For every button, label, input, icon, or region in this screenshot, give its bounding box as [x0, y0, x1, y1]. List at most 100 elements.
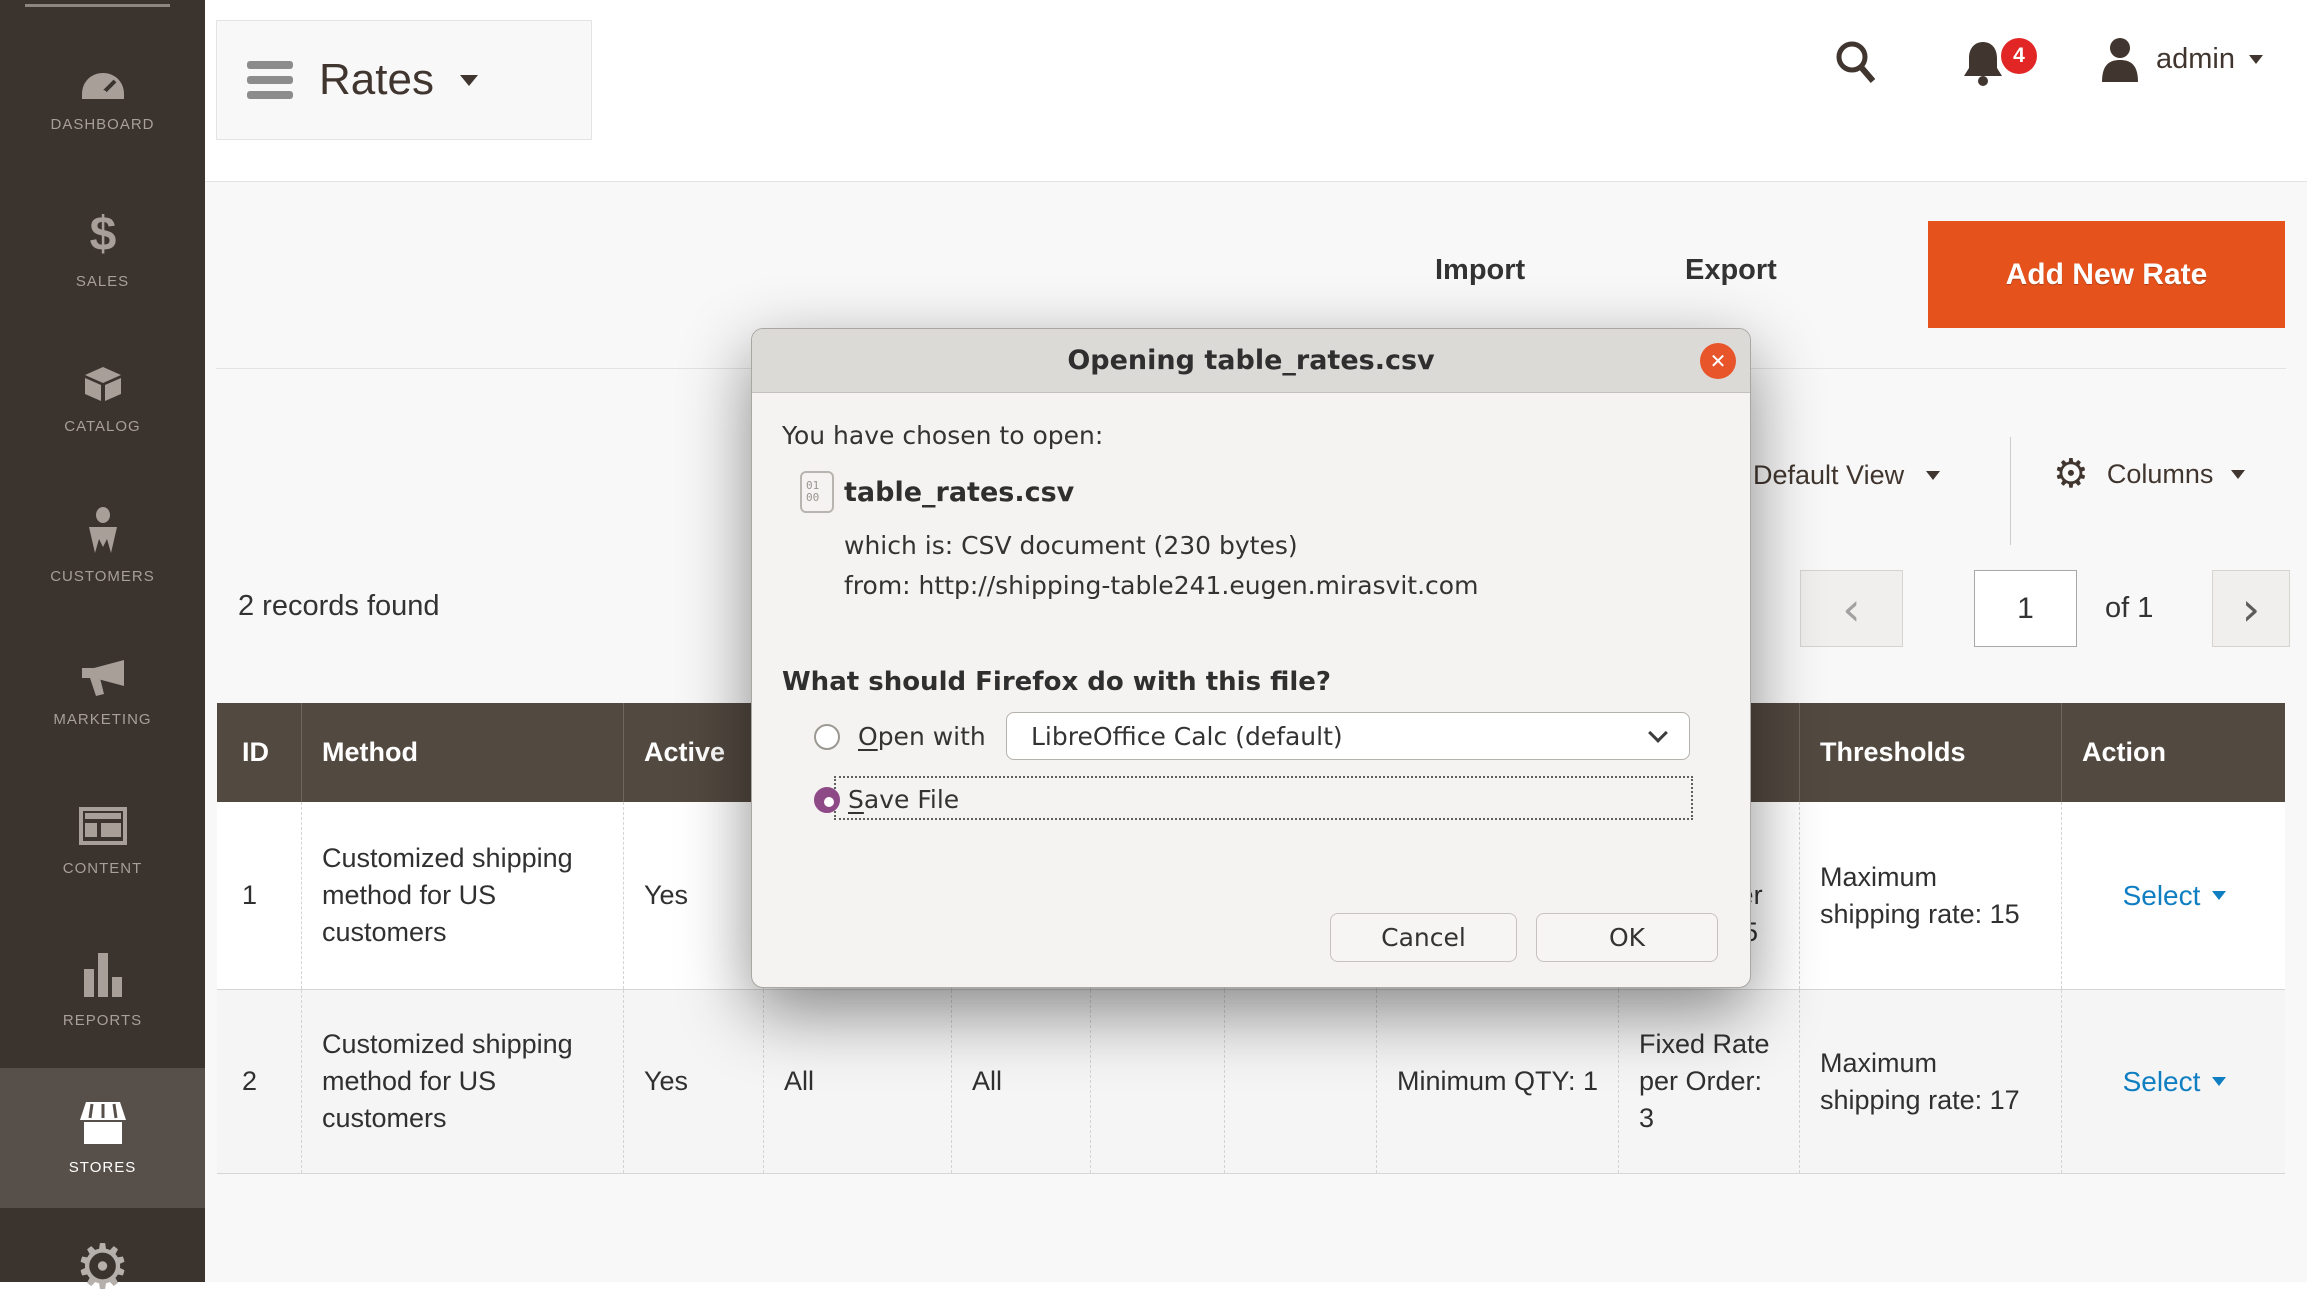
dialog-close-button[interactable]: ✕ [1700, 343, 1736, 379]
sidebar-item-label: SALES [76, 273, 129, 290]
column-header-action[interactable]: Action [2061, 703, 2285, 802]
table-cell: Fixed Rate per Order: 3 [1618, 990, 1799, 1173]
sidebar-item-label: CUSTOMERS [50, 568, 155, 585]
save-file-radio[interactable] [814, 787, 840, 813]
pagination-page-input[interactable] [1974, 570, 2077, 647]
sidebar-item-label: CATALOG [64, 418, 140, 435]
table-cell: Yes [623, 802, 763, 989]
dialog-title: Opening table_rates.csv [752, 329, 1750, 393]
sidebar-item-sales[interactable]: $ SALES [0, 176, 205, 324]
sidebar-item-catalog[interactable]: CATALOG [0, 324, 205, 472]
gauge-icon [80, 71, 126, 106]
sidebar-item-content[interactable]: CONTENT [0, 768, 205, 916]
chevron-down-icon [1926, 471, 1940, 480]
pagination-next-button[interactable]: › [2212, 570, 2290, 647]
table-cell: All [951, 990, 1090, 1173]
hamburger-icon [247, 61, 293, 99]
save-file-focus-outline [834, 776, 1693, 820]
open-with-label: Open with [858, 722, 986, 751]
select-action-link[interactable]: Select [2123, 877, 2227, 914]
page-title: Rates [319, 55, 434, 105]
dialog-question: What should Firefox do with this file? [782, 667, 1331, 697]
column-header-thresholds[interactable]: Thresholds [1799, 703, 2061, 802]
page-title-menu[interactable]: Rates [216, 20, 592, 140]
open-with-app-dropdown[interactable]: LibreOffice Calc (default) [1006, 712, 1690, 760]
table-cell: All [763, 990, 951, 1173]
store-icon [78, 1100, 128, 1149]
columns-control[interactable]: ⚙ Columns [2053, 454, 2245, 494]
dollar-icon: $ [80, 210, 126, 263]
table-cell: Customized shipping method for US custom… [301, 990, 623, 1173]
open-with-radio[interactable] [814, 724, 840, 750]
selected-app: LibreOffice Calc (default) [1031, 722, 1651, 751]
table-cell: Select [2061, 802, 2285, 989]
chevron-down-icon [2212, 1077, 2226, 1086]
sidebar-item-reports[interactable]: REPORTS [0, 916, 205, 1064]
dialog-filetype-line: which is: CSV document (230 bytes) [844, 531, 1298, 560]
sidebar-item-dashboard[interactable]: DASHBOARD [0, 28, 205, 176]
megaphone-icon [78, 660, 128, 701]
box-icon [79, 361, 127, 408]
table-cell: Select [2061, 990, 2285, 1173]
notification-count-badge[interactable]: 4 [2001, 38, 2037, 74]
table-row: 2Customized shipping method for US custo… [217, 989, 2285, 1173]
chevron-down-icon [2231, 470, 2245, 479]
select-label: Select [2123, 1063, 2201, 1100]
column-header-active[interactable]: Active [623, 703, 763, 802]
search-icon[interactable] [1835, 40, 1877, 89]
table-cell [1090, 990, 1224, 1173]
sidebar-item-label: STORES [69, 1159, 136, 1176]
chevron-down-icon [2249, 55, 2263, 64]
sidebar-item-system[interactable]: ⚙ [0, 1208, 205, 1282]
table-cell: 1 [217, 802, 301, 989]
gear-icon: ⚙ [75, 1236, 131, 1282]
column-header-id[interactable]: ID [217, 703, 301, 802]
notifications-bell-icon[interactable] [1960, 38, 2006, 93]
table-cell: Customized shipping method for US custom… [301, 802, 623, 989]
firefox-download-dialog: Opening table_rates.csv ✕ You have chose… [751, 328, 1751, 988]
sidebar-item-label: REPORTS [63, 1012, 142, 1029]
column-header-method[interactable]: Method [301, 703, 623, 802]
controls-divider [2010, 437, 2011, 545]
sidebar-item-customers[interactable]: CUSTOMERS [0, 472, 205, 620]
dialog-filename: table_rates.csv [844, 477, 1074, 508]
layout-icon [79, 807, 127, 850]
records-found: 2 records found [238, 590, 440, 623]
csv-file-icon: 01 00 [800, 471, 834, 513]
user-name: admin [2156, 43, 2235, 76]
export-button[interactable]: Export [1685, 254, 1777, 287]
sidebar-item-label: MARKETING [53, 711, 151, 728]
gear-icon: ⚙ [2053, 454, 2089, 494]
dialog-source-line: from: http://shipping-table241.eugen.mir… [844, 571, 1478, 600]
table-cell: Maximum shipping rate: 15 [1799, 802, 2061, 989]
ok-button[interactable]: OK [1536, 913, 1718, 962]
chevron-down-icon [2212, 891, 2226, 900]
table-cell: Minimum QTY: 1 [1376, 990, 1618, 1173]
table-cell [1224, 990, 1376, 1173]
view-selector[interactable]: Default View [1753, 460, 1940, 491]
bars-icon [82, 951, 124, 1002]
user-avatar-icon [2098, 36, 2142, 82]
magento-logo-edge [25, 4, 170, 7]
save-file-label: Save File [848, 785, 959, 814]
pagination-prev-button[interactable]: ‹ [1800, 570, 1903, 647]
pagination-of-label: of 1 [2105, 592, 2153, 625]
chevron-down-icon [460, 75, 478, 86]
table-cell: Yes [623, 990, 763, 1173]
admin-user-menu[interactable]: admin [2098, 36, 2263, 82]
sidebar-item-marketing[interactable]: MARKETING [0, 620, 205, 768]
sidebar-item-label: DASHBOARD [50, 116, 154, 133]
select-label: Select [2123, 877, 2201, 914]
person-icon [85, 507, 121, 558]
table-cell: 2 [217, 990, 301, 1173]
table-cell: Maximum shipping rate: 17 [1799, 990, 2061, 1173]
import-button[interactable]: Import [1435, 254, 1525, 287]
view-selector-label: Default View [1753, 460, 1904, 491]
topbar: Rates 4 admin [205, 0, 2307, 182]
add-new-rate-button[interactable]: Add New Rate [1928, 221, 2285, 328]
admin-sidebar: DASHBOARD $ SALES CATALOG CUSTOMERS MARKETING… [0, 0, 205, 1282]
cancel-button[interactable]: Cancel [1330, 913, 1517, 962]
sidebar-item-stores[interactable]: STORES [0, 1068, 205, 1208]
select-action-link[interactable]: Select [2123, 1063, 2227, 1100]
sidebar-item-label: CONTENT [63, 860, 143, 877]
